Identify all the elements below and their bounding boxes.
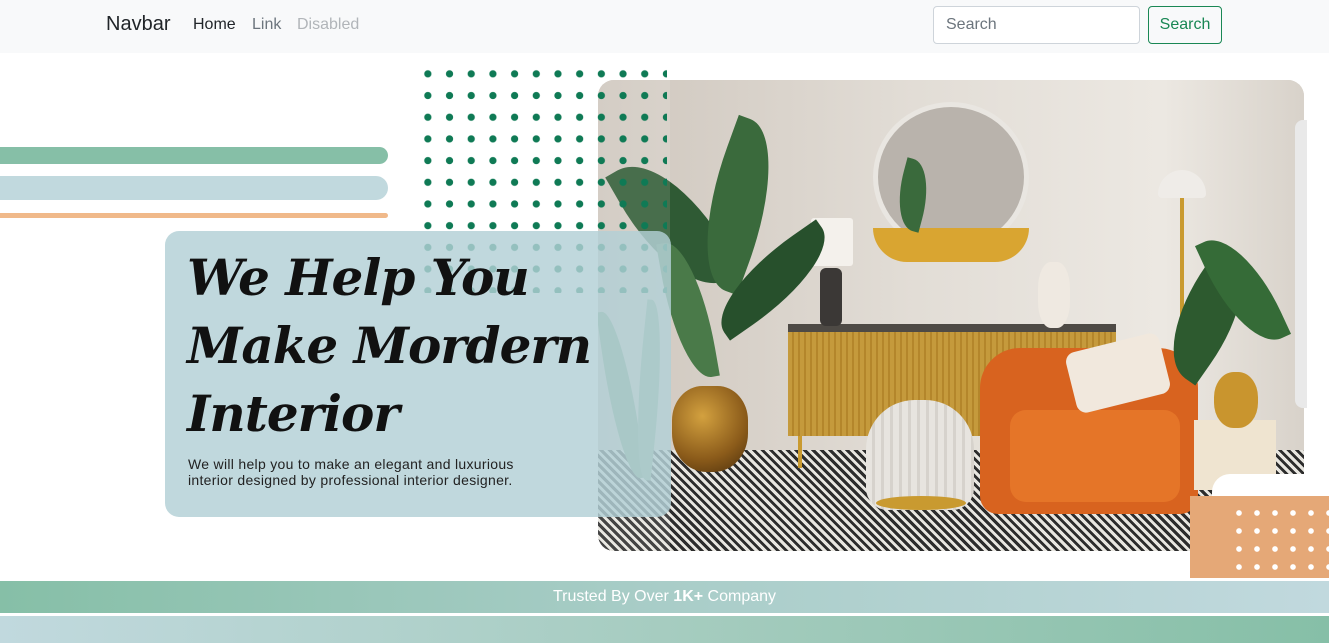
- decorative-orange-dot-grid: [1230, 504, 1329, 570]
- interior-photo: [598, 80, 1304, 551]
- nav-link-disabled: Disabled: [297, 16, 360, 33]
- photo-sideboard-leg: [798, 436, 802, 468]
- trusted-highlight: 1K+: [673, 588, 704, 605]
- hero-subtitle-line: interior designed by professional interi…: [188, 472, 513, 488]
- navbar: Navbar Home Link Disabled Search: [0, 0, 1329, 53]
- decorative-bar-orange: [0, 213, 388, 218]
- decorative-white-notch: [1212, 474, 1329, 496]
- decorative-bar-green: [0, 147, 388, 164]
- nav-link-home[interactable]: Home: [193, 16, 236, 34]
- photo-gold-pot: [1214, 372, 1258, 428]
- hero-subtitle-line: We will help you to make an elegant and …: [188, 456, 514, 472]
- photo-lamp-body: [820, 268, 842, 326]
- search-button[interactable]: Search: [1148, 6, 1222, 44]
- decorative-bar-blue: [0, 176, 388, 200]
- photo-armchair-seat: [1010, 410, 1180, 502]
- hero-title: We Help You Make Mordern Interior: [187, 244, 617, 448]
- photo-vase: [1038, 262, 1070, 328]
- photo-ottoman: [866, 400, 974, 510]
- hero-title-line: We Help You: [187, 248, 530, 307]
- trusted-prefix: Trusted By Over: [552, 588, 669, 605]
- hero-subtitle: We will help you to make an elegant and …: [188, 456, 568, 488]
- photo-mirror-shelf: [873, 228, 1029, 262]
- hero-title-line: Interior: [187, 384, 400, 443]
- trusted-banner: Trusted By Over 1K+ Company: [0, 581, 1329, 613]
- decorative-edge: [1295, 120, 1307, 408]
- navbar-brand[interactable]: Navbar: [106, 13, 170, 36]
- photo-ottoman-base: [876, 496, 966, 510]
- decorative-bottom-band: [0, 616, 1329, 643]
- nav-link-link[interactable]: Link: [252, 16, 281, 34]
- hero-title-line: Make Mordern: [187, 316, 592, 375]
- photo-gold-planter: [672, 386, 748, 472]
- search-input[interactable]: [933, 6, 1140, 44]
- trusted-suffix: Company: [707, 588, 777, 605]
